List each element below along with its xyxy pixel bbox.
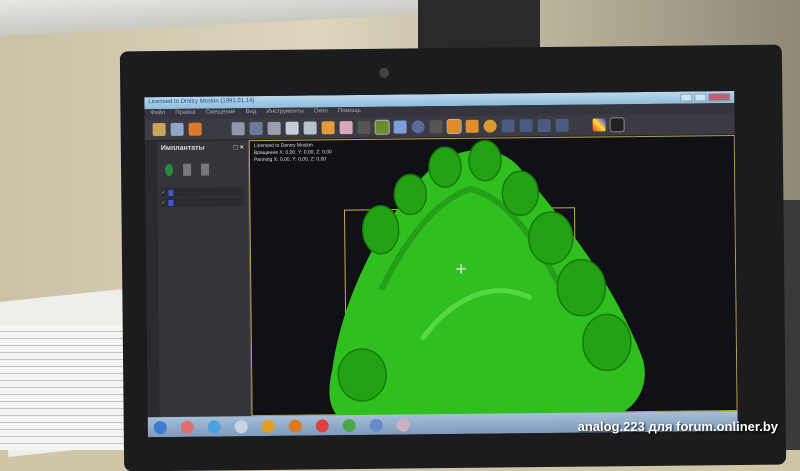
menu-help[interactable]: Помощь	[338, 108, 361, 116]
implant-color-icon	[169, 199, 174, 205]
view-front-icon[interactable]	[520, 119, 533, 132]
tooth-app-icon[interactable]	[397, 418, 410, 431]
save-icon[interactable]	[171, 123, 184, 136]
ie-icon[interactable]	[208, 420, 221, 433]
screen: Licensed to Dmitry Moskin (1991.01.14) Ф…	[144, 91, 738, 437]
implant-list-item[interactable]: ✓	[161, 197, 244, 207]
explorer-icon[interactable]	[235, 420, 248, 433]
implants-panel: Имплантаты □ × ✓ ✓	[157, 140, 252, 417]
app-icon[interactable]	[262, 419, 275, 432]
menu-tools[interactable]: Инструменты	[266, 109, 304, 117]
face-icon[interactable]	[376, 121, 389, 134]
head-icon[interactable]	[394, 120, 407, 133]
player-icon[interactable]	[289, 419, 302, 432]
start-button[interactable]	[154, 421, 167, 434]
implant-list-item[interactable]: ✓	[161, 187, 244, 197]
pdf-icon[interactable]	[316, 419, 329, 432]
watermark: analog.223 для forum.onliner.by	[578, 419, 778, 434]
laptop: Licensed to Dmitry Moskin (1991.01.14) Ф…	[120, 45, 786, 471]
teeth-icon[interactable]	[340, 121, 353, 134]
window-title-date: (1991.01.14)	[220, 98, 254, 104]
panel-close-button[interactable]: □ ×	[234, 144, 244, 151]
menu-window[interactable]: Окно	[314, 108, 328, 116]
refresh-icon[interactable]	[165, 164, 173, 176]
measure-icon[interactable]	[304, 121, 317, 134]
skull-icon[interactable]	[286, 122, 299, 135]
sphere-icon[interactable]	[412, 120, 425, 133]
chrome-icon[interactable]	[343, 419, 356, 432]
menu-view[interactable]: Вид	[245, 109, 256, 117]
open-icon[interactable]	[153, 123, 166, 136]
view-side-icon[interactable]	[538, 119, 551, 132]
rotate-icon[interactable]	[448, 120, 461, 133]
view-top-icon[interactable]	[556, 119, 569, 132]
menu-edit[interactable]: Правка	[175, 110, 195, 118]
tooth-tool-icon[interactable]	[232, 122, 245, 135]
lock-icon[interactable]	[201, 164, 209, 176]
close-button[interactable]	[708, 93, 730, 101]
implant-tool-icon[interactable]	[268, 122, 281, 135]
menu-offset[interactable]: Смещение	[205, 109, 235, 117]
window-title: Licensed to Dmitry Moskin	[148, 98, 218, 105]
minimize-button[interactable]	[680, 93, 692, 101]
dental-model[interactable]	[320, 137, 683, 421]
arch-icon[interactable]	[358, 121, 371, 134]
implant-icon[interactable]	[183, 164, 191, 176]
webcam	[379, 68, 389, 78]
implant-color-icon	[168, 189, 173, 195]
move-icon[interactable]	[466, 120, 479, 133]
reset-icon[interactable]	[502, 119, 515, 132]
papers-stack	[0, 325, 130, 450]
cup-icon[interactable]	[430, 120, 443, 133]
nerve-icon[interactable]	[322, 121, 335, 134]
dental-app-icon[interactable]	[370, 418, 383, 431]
panel-title: Имплантаты	[161, 145, 205, 152]
exit-icon[interactable]	[611, 118, 624, 131]
menu-file[interactable]: Файл	[150, 110, 165, 118]
layer-icon[interactable]	[250, 122, 263, 135]
zoom-icon[interactable]	[484, 120, 497, 133]
axes-icon[interactable]	[593, 118, 606, 131]
media-icon[interactable]	[181, 420, 194, 433]
3d-viewport[interactable]: Licensed to Dentry Moskin Вращение X: 0,…	[249, 135, 738, 416]
maximize-button[interactable]	[694, 93, 706, 101]
edit-icon[interactable]	[189, 123, 202, 136]
